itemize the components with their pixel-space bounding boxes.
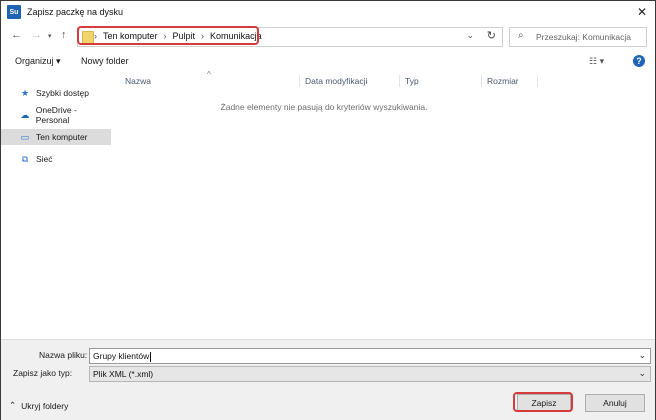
save-dialog: Su Zapisz paczkę na dysku ✕ ← → ▾ ↑ › Te… [0,0,656,420]
sidebar-item-label: OneDrive - Personal [35,105,77,125]
arrow-up-icon: ↑ [61,29,67,41]
chevron-up-icon: ⌃ [9,400,17,410]
filename-field[interactable]: Grupy klientów ⌄ [89,348,651,364]
sidebar-item-network[interactable]: ⧉ Sieć [1,151,111,167]
organize-button[interactable]: Organizuj ▾ [15,56,61,67]
hide-folders-button[interactable]: ⌃ Ukryj foldery [9,400,68,411]
column-name[interactable]: Nazwa [125,76,151,86]
arrow-left-icon: ← [11,29,22,41]
chevron-down-icon[interactable]: ⌄ [638,350,646,361]
command-bar: Organizuj ▾ Nowy folder ☷ ▾ ? [1,53,655,71]
save-button-highlight [513,392,573,412]
forward-button[interactable]: → [31,29,42,41]
back-button[interactable]: ← [11,29,22,41]
sidebar-item-label: Sieć [36,154,53,164]
filename-label: Nazwa pliku: [39,350,88,360]
filetype-select[interactable]: Plik XML (*.xml) ⌄ [89,366,651,382]
empty-list-message: Żadne elementy nie pasują do kryteriów w… [220,102,428,112]
arrow-right-icon: → [31,29,42,41]
chevron-down-icon: ▾ [48,33,52,40]
sidebar-item-this-pc[interactable]: ▭ Ten komputer [1,129,111,145]
help-icon[interactable]: ? [633,55,645,67]
network-icon: ⧉ [21,153,29,164]
column-headers: ^ Nazwa Data modyfikacji Typ Rozmiar [119,70,649,87]
star-icon: ★ [20,87,30,98]
search-box[interactable]: ⌕ Przeszukaj: Komunikacja [509,27,647,47]
new-folder-button[interactable]: Nowy folder [81,56,129,66]
window-title: Zapisz paczkę na dysku [27,7,124,17]
app-icon: Su [7,5,21,19]
column-divider[interactable] [481,75,482,87]
save-options-panel: Nazwa pliku: Grupy klientów ⌄ Zapisz jak… [1,339,655,420]
refresh-icon[interactable]: ↻ [487,29,496,42]
navigation-pane: ★ Szybki dostęp ☁ OneDrive - Personal ▭ … [1,73,111,337]
column-type[interactable]: Typ [405,76,419,86]
cancel-button[interactable]: Anuluj [585,394,645,412]
column-date-modified[interactable]: Data modyfikacji [305,76,367,86]
search-placeholder: Przeszukaj: Komunikacja [536,32,631,42]
column-divider[interactable] [299,75,300,87]
up-button[interactable]: ↑ [61,29,67,41]
sidebar-item-quick-access[interactable]: ★ Szybki dostęp [1,85,111,101]
cloud-icon: ☁ [20,109,30,120]
view-options-icon[interactable]: ☷ ▾ [589,56,604,67]
chevron-down-icon: ⌄ [638,368,646,378]
recent-locations-button[interactable]: ▾ [48,32,52,40]
address-highlight [77,26,259,45]
sort-caret-icon: ^ [207,70,211,79]
text-cursor [150,351,152,362]
column-divider[interactable] [537,75,538,87]
navigation-bar: ← → ▾ ↑ › Ten komputer › Pulpit › Komuni… [1,26,655,47]
search-icon: ⌕ [518,30,524,41]
sidebar-item-onedrive[interactable]: ☁ OneDrive - Personal [1,105,111,125]
title-bar: Su Zapisz paczkę na dysku ✕ [1,1,655,23]
filename-value: Grupy klientów [93,351,152,362]
filetype-value: Plik XML (*.xml) [93,369,154,379]
filetype-label: Zapisz jako typ: [13,368,73,378]
address-dropdown-icon[interactable]: ⌄ [466,30,474,41]
computer-icon: ▭ [20,131,30,142]
column-size[interactable]: Rozmiar [487,76,519,86]
close-icon[interactable]: ✕ [637,5,647,19]
sidebar-item-label: Szybki dostęp [36,88,89,98]
sidebar-item-label: Ten komputer [36,132,88,142]
column-divider[interactable] [399,75,400,87]
hide-folders-label: Ukryj foldery [21,400,69,411]
